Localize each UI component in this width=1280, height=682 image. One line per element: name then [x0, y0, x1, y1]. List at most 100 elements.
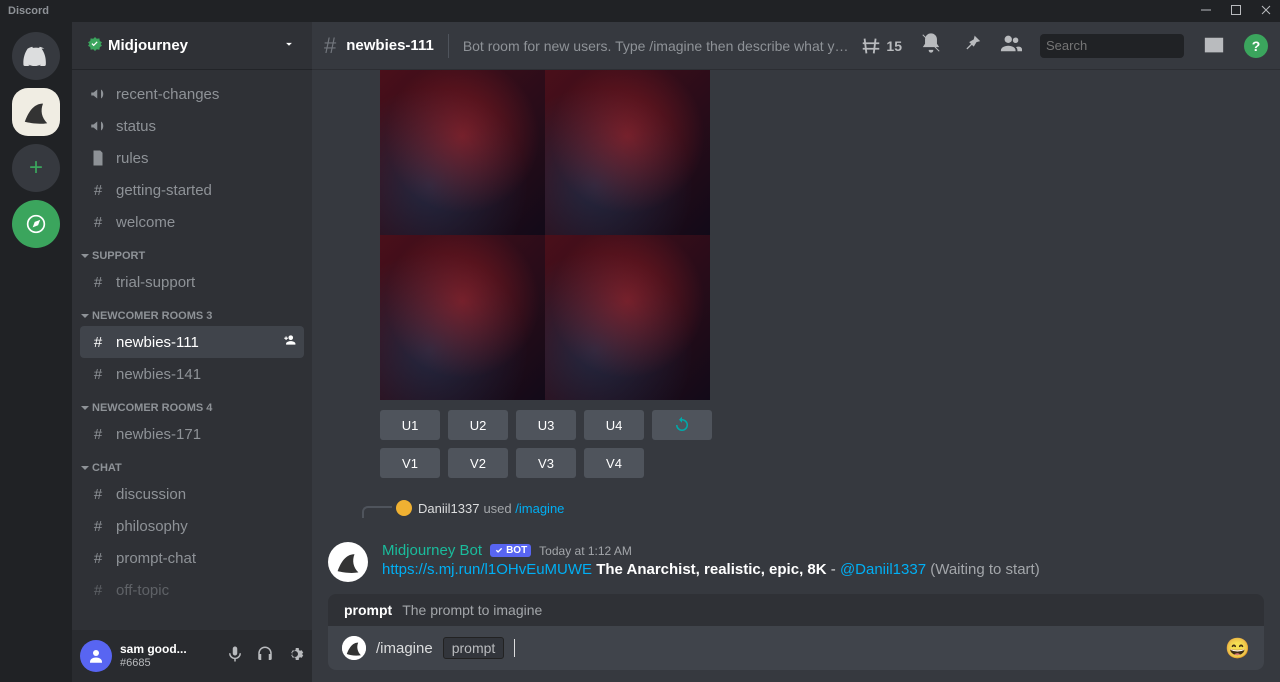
- close-button[interactable]: [1260, 4, 1272, 19]
- reply-command: /imagine: [515, 501, 564, 516]
- app-title: Discord: [8, 5, 49, 17]
- image-cell-3[interactable]: [380, 235, 545, 400]
- generated-image-grid[interactable]: [380, 70, 710, 400]
- channel-header: # newbies-111 Bot room for new users. Ty…: [312, 22, 1280, 70]
- help-button[interactable]: ?: [1244, 34, 1268, 58]
- image-cell-2[interactable]: [545, 70, 710, 235]
- notifications-button[interactable]: [920, 32, 942, 59]
- megaphone-icon: [88, 117, 108, 135]
- hash-icon: #: [88, 582, 108, 599]
- channel-newbies-141[interactable]: # newbies-141: [80, 358, 304, 390]
- user-name: sam good...: [120, 642, 187, 656]
- threads-button[interactable]: 15: [860, 35, 902, 57]
- channel-off-topic[interactable]: # off-topic: [80, 574, 304, 606]
- explore-button[interactable]: [12, 200, 60, 248]
- channel-getting-started[interactable]: # getting-started: [80, 174, 304, 206]
- upscale-1-button[interactable]: U1: [380, 410, 440, 440]
- search-input[interactable]: [1046, 38, 1222, 53]
- chevron-down-icon: [282, 37, 296, 55]
- variation-3-button[interactable]: V3: [516, 448, 576, 478]
- mute-mic-button[interactable]: [226, 645, 244, 668]
- command-app-icon: [342, 636, 366, 660]
- hash-icon: #: [88, 182, 108, 199]
- pinned-button[interactable]: [960, 32, 982, 59]
- bot-name[interactable]: Midjourney Bot: [382, 542, 482, 559]
- server-name: Midjourney: [108, 37, 188, 54]
- reply-avatar: [396, 500, 412, 516]
- param-desc: The prompt to imagine: [402, 602, 542, 618]
- hash-icon: #: [88, 274, 108, 291]
- hash-icon: #: [88, 366, 108, 383]
- autocomplete-hint[interactable]: prompt The prompt to imagine: [328, 594, 1264, 626]
- channel-newbies-171[interactable]: # newbies-171: [80, 418, 304, 450]
- deafen-button[interactable]: [256, 645, 274, 668]
- create-invite-icon[interactable]: [282, 333, 296, 351]
- category-chat[interactable]: CHAT: [72, 450, 312, 478]
- param-label: prompt: [344, 602, 392, 618]
- inbox-button[interactable]: [1202, 34, 1226, 58]
- home-button[interactable]: [12, 32, 60, 80]
- channel-status[interactable]: status: [80, 110, 304, 142]
- hash-icon: #: [88, 518, 108, 535]
- channel-trial-support[interactable]: # trial-support: [80, 266, 304, 298]
- maximize-button[interactable]: [1230, 4, 1242, 19]
- reroll-button[interactable]: [652, 410, 712, 440]
- settings-button[interactable]: [286, 645, 304, 668]
- param-chip: prompt: [443, 637, 505, 659]
- bot-badge: BOT: [490, 544, 531, 557]
- category-support[interactable]: SUPPORT: [72, 238, 312, 266]
- channel-prompt-chat[interactable]: # prompt-chat: [80, 542, 304, 574]
- variation-2-button[interactable]: V2: [448, 448, 508, 478]
- channel-recent-changes[interactable]: recent-changes: [80, 78, 304, 110]
- message: Midjourney Bot BOT Today at 1:12 AM http…: [328, 542, 1264, 582]
- category-newcomer-4[interactable]: NEWCOMER ROOMS 4: [72, 390, 312, 418]
- page-icon: [88, 149, 108, 167]
- user-avatar[interactable]: [80, 640, 112, 672]
- megaphone-icon: [88, 85, 108, 103]
- user-mention[interactable]: @Daniil1337: [840, 561, 926, 578]
- channel-newbies-111[interactable]: # newbies-111: [80, 326, 304, 358]
- upscale-3-button[interactable]: U3: [516, 410, 576, 440]
- channel-topic[interactable]: Bot room for new users. Type /imagine th…: [463, 38, 851, 54]
- hash-icon: #: [88, 486, 108, 503]
- command-text: /imagine: [376, 640, 433, 657]
- timestamp: Today at 1:12 AM: [539, 544, 632, 558]
- upscale-2-button[interactable]: U2: [448, 410, 508, 440]
- minimize-button[interactable]: [1200, 4, 1212, 19]
- user-panel: sam good... #6685: [72, 630, 312, 682]
- user-tag: #6685: [120, 656, 187, 670]
- search-box[interactable]: [1040, 34, 1184, 58]
- category-newcomer-3[interactable]: NEWCOMER ROOMS 3: [72, 298, 312, 326]
- members-button[interactable]: [1000, 32, 1022, 59]
- emoji-picker-button[interactable]: 😄: [1225, 636, 1250, 661]
- bot-avatar[interactable]: [328, 542, 368, 582]
- hash-icon: #: [88, 550, 108, 567]
- variation-4-button[interactable]: V4: [584, 448, 644, 478]
- message-list: U1 U2 U3 U4 V1 V2 V3 V4 Daniil1337 used …: [312, 70, 1280, 594]
- hash-icon: #: [324, 33, 336, 59]
- variation-1-button[interactable]: V1: [380, 448, 440, 478]
- upscale-4-button[interactable]: U4: [584, 410, 644, 440]
- hash-icon: #: [88, 334, 108, 351]
- server-midjourney[interactable]: [12, 88, 60, 136]
- channel-welcome[interactable]: # welcome: [80, 206, 304, 238]
- channel-rules[interactable]: rules: [80, 142, 304, 174]
- message-input[interactable]: /imagine prompt 😄: [328, 626, 1264, 670]
- reply-indicator[interactable]: Daniil1337 used /imagine: [362, 498, 1264, 518]
- prompt-link[interactable]: https://s.mj.run/l1OHvEuMUWE: [382, 561, 592, 578]
- job-status: (Waiting to start): [930, 561, 1039, 578]
- add-server-button[interactable]: +: [12, 144, 60, 192]
- hash-icon: #: [88, 214, 108, 231]
- image-cell-4[interactable]: [545, 235, 710, 400]
- verified-icon: [88, 37, 102, 55]
- hash-icon: #: [88, 426, 108, 443]
- channel-sidebar: Midjourney recent-changes status: [72, 22, 312, 682]
- channel-philosophy[interactable]: # philosophy: [80, 510, 304, 542]
- message-content: https://s.mj.run/l1OHvEuMUWE The Anarchi…: [382, 561, 1040, 578]
- channel-discussion[interactable]: # discussion: [80, 478, 304, 510]
- titlebar: Discord: [0, 0, 1280, 22]
- server-header[interactable]: Midjourney: [72, 22, 312, 70]
- image-cell-1[interactable]: [380, 70, 545, 235]
- text-cursor: [514, 639, 515, 657]
- reply-username: Daniil1337: [418, 501, 479, 516]
